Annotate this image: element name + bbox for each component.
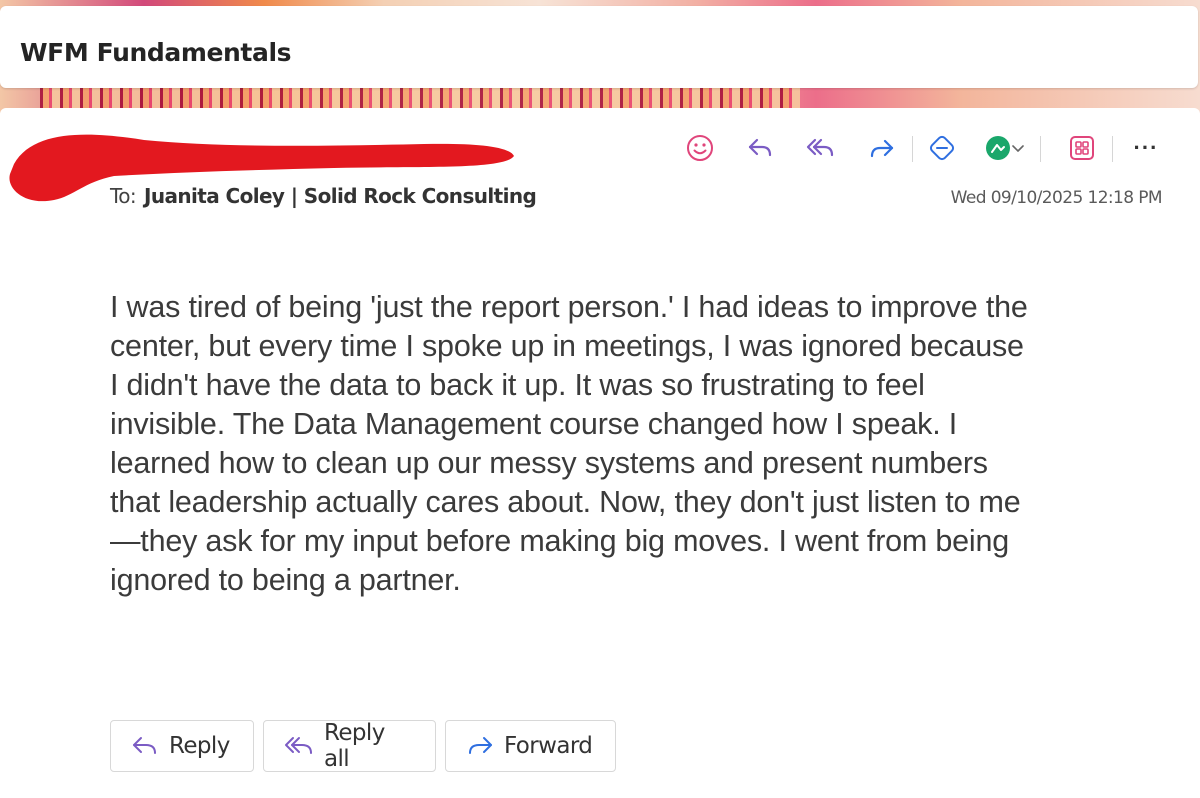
message-toolbar: ··· xyxy=(680,128,1170,168)
body-line: learned how to clean up our messy system… xyxy=(110,446,988,480)
window-title-bar: WFM Fundamentals xyxy=(0,6,1198,88)
body-line: —they ask for my input before making big… xyxy=(110,524,1010,558)
reply-all-button-label: Reply all xyxy=(324,720,385,772)
body-line: invisible. The Data Management course ch… xyxy=(110,407,958,441)
toolbar-divider xyxy=(1112,136,1113,162)
reply-icon[interactable] xyxy=(740,128,780,168)
forward-icon[interactable] xyxy=(862,128,902,168)
forward-icon xyxy=(469,737,492,754)
reply-button-label: Reply xyxy=(169,733,230,759)
wallpaper-pattern xyxy=(40,86,800,110)
body-line: that leadership actually cares about. No… xyxy=(110,485,1021,519)
toolbar-divider xyxy=(1040,136,1041,162)
copilot-icon[interactable] xyxy=(922,128,962,168)
reply-all-icon[interactable] xyxy=(800,128,840,168)
apps-grid-icon[interactable] xyxy=(1062,128,1102,168)
forward-button[interactable]: Forward xyxy=(445,720,616,772)
body-line: ignored to being a partner. xyxy=(110,563,461,597)
message-body: I was tired of being 'just the report pe… xyxy=(110,288,1170,600)
reply-all-icon xyxy=(285,737,312,754)
body-line: I didn't have the data to back it up. It… xyxy=(110,368,925,402)
reply-all-button[interactable]: Reply all xyxy=(263,720,436,772)
body-line: I was tired of being 'just the report pe… xyxy=(110,290,1028,324)
smiley-icon[interactable] xyxy=(680,128,720,168)
chevron-down-icon[interactable] xyxy=(1006,128,1030,168)
forward-button-label: Forward xyxy=(504,733,593,759)
window-title: WFM Fundamentals xyxy=(20,38,292,67)
sent-timestamp: Wed 09/10/2025 12:18 PM xyxy=(950,188,1163,208)
reply-button[interactable]: Reply xyxy=(110,720,254,772)
to-label: To: xyxy=(110,184,137,208)
recipient-line: To: Juanita Coley | Solid Rock Consulting xyxy=(110,184,537,208)
toolbar-divider xyxy=(912,136,913,162)
body-line: center, but every time I spoke up in mee… xyxy=(110,329,1024,363)
recipient-name[interactable]: Juanita Coley | Solid Rock Consulting xyxy=(144,184,537,208)
reply-icon xyxy=(133,737,156,754)
more-icon[interactable]: ··· xyxy=(1126,128,1166,168)
